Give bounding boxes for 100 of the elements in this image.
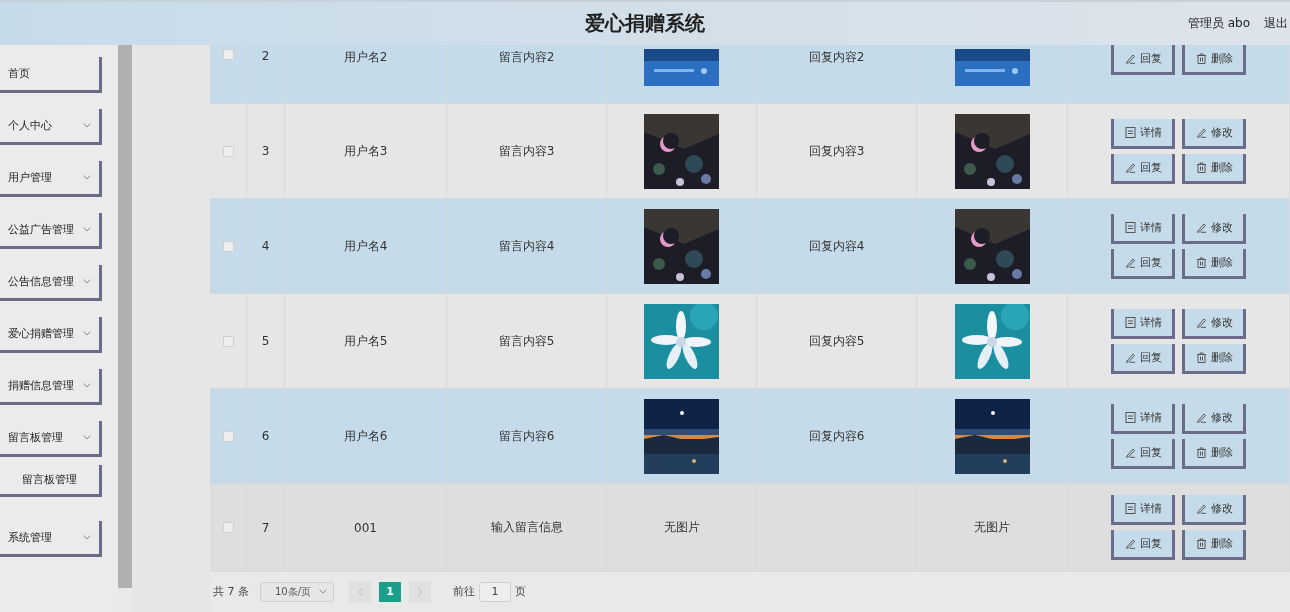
table-cell: 001 — [354, 520, 377, 535]
table-row[interactable]: 2 用户名2 留言内容2 回复内容2 回复 删除 — [210, 45, 1290, 104]
detail-button[interactable]: 详情 — [1111, 213, 1175, 244]
sidebar-item[interactable]: 首页 — [0, 57, 102, 93]
delete-button[interactable]: 删除 — [1182, 530, 1246, 560]
trash-icon — [1195, 538, 1207, 549]
trash-icon — [1195, 161, 1207, 173]
edit-button[interactable]: 修改 — [1182, 308, 1246, 339]
table-cell: 无图片 — [974, 519, 1010, 536]
page-size-select[interactable]: 10条/页 — [260, 581, 334, 602]
sidebar-item[interactable]: 爱心捐赠管理 — [0, 317, 102, 353]
pencil-icon — [1195, 221, 1207, 233]
document-icon — [1124, 411, 1136, 423]
sidebar-item[interactable]: 捐赠信息管理 — [0, 369, 102, 405]
chevron-down-icon — [83, 435, 91, 440]
chevron-down-icon — [83, 331, 91, 336]
trash-icon — [1195, 53, 1207, 64]
page-suffix: 页 — [515, 584, 526, 599]
delete-button[interactable]: 删除 — [1182, 438, 1246, 469]
row-number: 7 — [261, 520, 270, 535]
detail-button[interactable]: 详情 — [1111, 495, 1175, 525]
chevron-down-icon — [83, 535, 91, 540]
table-row[interactable]: 6 用户名6 留言内容6 回复内容6 详情 修改 回复 删除 — [210, 389, 1290, 484]
detail-button[interactable]: 详情 — [1111, 308, 1175, 339]
next-page-button[interactable] — [409, 581, 431, 602]
row-checkbox[interactable] — [222, 240, 234, 252]
delete-button[interactable]: 删除 — [1182, 153, 1246, 184]
reply-button[interactable]: 回复 — [1111, 248, 1175, 279]
table-cell: 无图片 — [663, 519, 700, 536]
edit-button[interactable]: 修改 — [1182, 213, 1246, 244]
table-cell: 用户名2 — [343, 49, 388, 66]
pencil-icon — [1195, 126, 1207, 138]
sidebar-item[interactable]: 用户管理 — [0, 161, 102, 197]
table-cell: 回复内容2 — [808, 49, 865, 66]
chevron-right-icon — [417, 587, 423, 596]
previous-page-button[interactable] — [349, 581, 371, 602]
reply-button[interactable]: 回复 — [1111, 343, 1175, 374]
delete-button[interactable]: 删除 — [1182, 45, 1246, 75]
logout-link[interactable]: 退出 — [1264, 15, 1288, 32]
reply-button[interactable]: 回复 — [1111, 438, 1175, 469]
table-row[interactable]: 5 用户名5 留言内容5 回复内容5 详情 修改 回复 删除 — [210, 294, 1290, 389]
row-number: 2 — [261, 49, 270, 63]
pencil-icon — [1124, 538, 1136, 549]
table-cell: 回复内容6 — [808, 427, 865, 445]
pencil-icon — [1124, 256, 1136, 268]
chevron-down-icon — [83, 175, 91, 180]
chevron-down-icon — [319, 589, 327, 594]
pencil-icon — [1195, 503, 1207, 514]
table-cell: 留言内容5 — [498, 332, 555, 350]
user-label: 管理员 abo — [1187, 15, 1250, 32]
table-cell: 回复内容5 — [808, 332, 865, 350]
table-cell: 留言内容2 — [498, 49, 555, 66]
sidebar-item[interactable]: 留言板管理 — [0, 465, 102, 497]
pencil-icon — [1195, 316, 1207, 328]
trash-icon — [1195, 351, 1207, 363]
app-title: 爱心捐赠系统 — [585, 10, 705, 37]
edit-button[interactable]: 修改 — [1182, 118, 1246, 149]
pencil-icon — [1124, 161, 1136, 173]
row-checkbox[interactable] — [222, 49, 234, 60]
table-cell: 回复内容4 — [808, 237, 865, 255]
row-checkbox[interactable] — [222, 145, 234, 157]
reply-button[interactable]: 回复 — [1111, 530, 1175, 560]
table-row[interactable]: 7 001 输入留言信息 无图片 无图片 详情 修改 回复 删除 — [210, 484, 1290, 572]
table-cell: 用户名5 — [343, 332, 388, 350]
row-checkbox[interactable] — [222, 522, 234, 533]
delete-button[interactable]: 删除 — [1182, 248, 1246, 279]
sidebar-item[interactable]: 留言板管理 — [0, 421, 102, 457]
row-checkbox[interactable] — [222, 335, 234, 347]
pencil-icon — [1124, 53, 1136, 64]
edit-button[interactable]: 修改 — [1182, 403, 1246, 434]
detail-button[interactable]: 详情 — [1111, 403, 1175, 434]
edit-button[interactable]: 修改 — [1182, 495, 1246, 525]
sidebar-item[interactable]: 公益广告管理 — [0, 213, 102, 249]
table-cell: 留言内容3 — [498, 142, 555, 160]
chevron-down-icon — [83, 123, 91, 128]
table-row[interactable]: 3 用户名3 留言内容3 回复内容3 详情 修改 回复 删除 — [210, 104, 1290, 199]
document-icon — [1124, 126, 1136, 138]
trash-icon — [1195, 256, 1207, 268]
table-cell: 回复内容3 — [808, 142, 865, 160]
delete-button[interactable]: 删除 — [1182, 343, 1246, 374]
pencil-icon — [1124, 351, 1136, 363]
sidebar-item[interactable]: 系统管理 — [0, 521, 102, 557]
total-count: 共 7 条 — [213, 584, 249, 599]
reply-button[interactable]: 回复 — [1111, 153, 1175, 184]
row-number: 3 — [261, 144, 270, 158]
reply-button[interactable]: 回复 — [1111, 45, 1175, 75]
pencil-icon — [1124, 446, 1136, 458]
table-cell: 输入留言信息 — [490, 519, 563, 536]
sidebar-item[interactable]: 公告信息管理 — [0, 265, 102, 301]
detail-button[interactable]: 详情 — [1111, 118, 1175, 149]
table-cell: 留言内容4 — [498, 237, 555, 255]
row-number: 4 — [261, 239, 270, 253]
chevron-down-icon — [83, 383, 91, 388]
page-input[interactable]: 1 — [479, 581, 511, 602]
scrollbar[interactable] — [118, 45, 132, 588]
document-icon — [1124, 316, 1136, 328]
chevron-left-icon — [357, 587, 363, 596]
table-row[interactable]: 4 用户名4 留言内容4 回复内容4 详情 修改 回复 删除 — [210, 199, 1290, 294]
row-checkbox[interactable] — [222, 430, 234, 442]
sidebar-item[interactable]: 个人中心 — [0, 109, 102, 145]
